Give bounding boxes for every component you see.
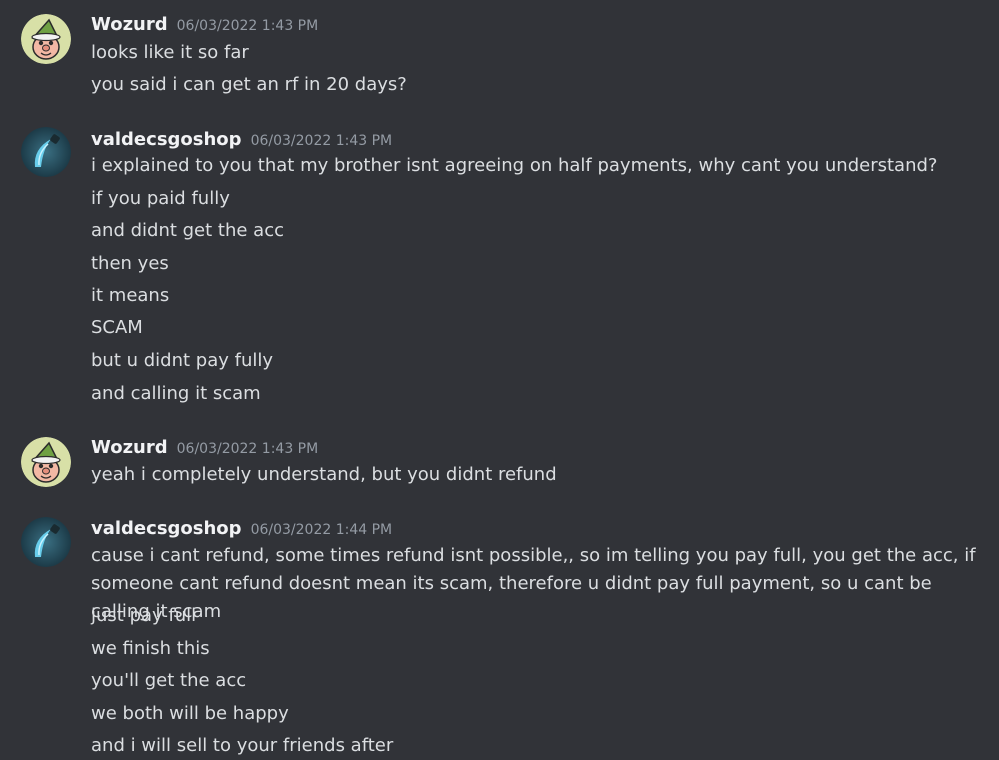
message-text: we both will be happy <box>91 703 289 724</box>
timestamp[interactable]: 06/03/2022 1:43 PM <box>251 133 393 149</box>
timestamp[interactable]: 06/03/2022 1:43 PM <box>177 441 319 457</box>
username[interactable]: Wozurd <box>91 14 168 35</box>
message-text: but u didnt pay fully <box>91 350 274 371</box>
username[interactable]: Wozurd <box>91 437 168 458</box>
message-text: looks like it so far <box>91 42 249 63</box>
message-text: if you paid fully <box>91 188 230 209</box>
message-text: and i will sell to your friends after <box>91 735 394 756</box>
message-text: just pay full <box>91 605 197 626</box>
message-text: and calling it scam <box>91 383 261 404</box>
message-text: we finish this <box>91 638 210 659</box>
message-text: i explained to you that my brother isnt … <box>91 155 938 176</box>
message-header: valdecsgoshop 06/03/2022 1:44 PM <box>91 518 392 539</box>
message-text: then yes <box>91 253 169 274</box>
knife-avatar-icon[interactable] <box>21 127 71 177</box>
message-text: yeah i completely understand, but you di… <box>91 464 557 485</box>
message-text: it means <box>91 285 170 306</box>
gnome-avatar-icon[interactable] <box>21 14 71 64</box>
timestamp[interactable]: 06/03/2022 1:44 PM <box>251 522 393 538</box>
username[interactable]: valdecsgoshop <box>91 518 242 539</box>
message-text: you said i can get an rf in 20 days? <box>91 74 407 95</box>
message-header: Wozurd 06/03/2022 1:43 PM <box>91 437 318 458</box>
username[interactable]: valdecsgoshop <box>91 129 242 150</box>
timestamp[interactable]: 06/03/2022 1:43 PM <box>177 18 319 34</box>
message-text: SCAM <box>91 317 143 338</box>
message-header: valdecsgoshop 06/03/2022 1:43 PM <box>91 129 392 150</box>
message-header: Wozurd 06/03/2022 1:43 PM <box>91 14 318 35</box>
gnome-avatar-icon[interactable] <box>21 437 71 487</box>
knife-avatar-icon[interactable] <box>21 517 71 567</box>
message-text: and didnt get the acc <box>91 220 284 241</box>
message-text: you'll get the acc <box>91 670 247 691</box>
